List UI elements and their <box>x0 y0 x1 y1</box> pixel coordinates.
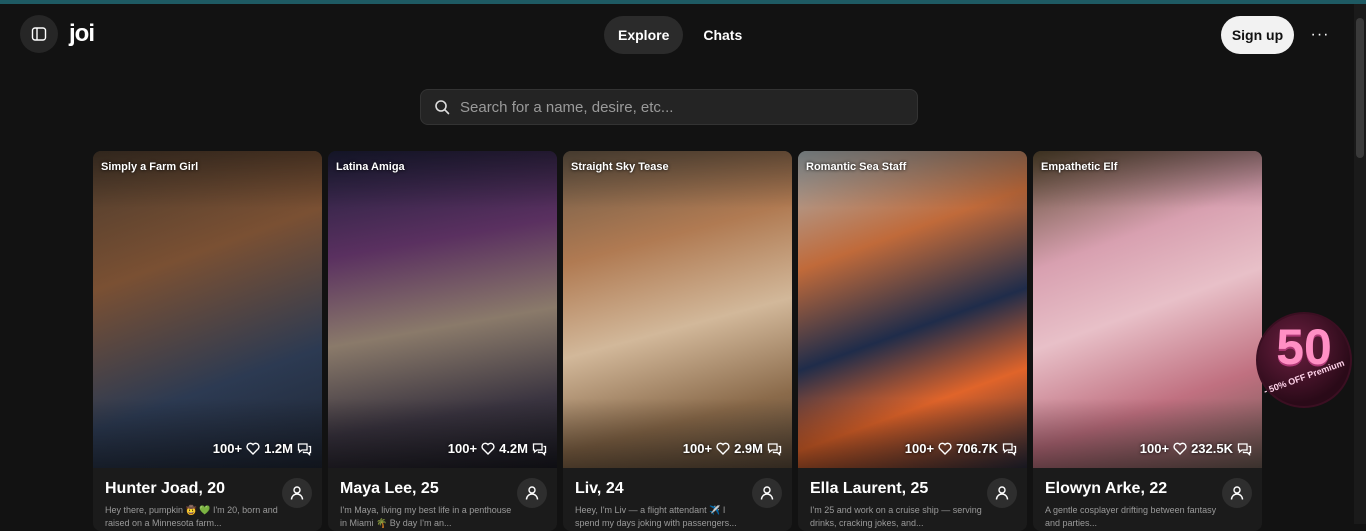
character-tag: Simply a Farm Girl <box>101 161 199 173</box>
user-icon <box>525 486 539 500</box>
heart-icon <box>938 442 952 455</box>
chat-icon <box>297 442 312 456</box>
character-description: A gentle cosplayer drifting between fant… <box>1045 505 1217 528</box>
logo[interactable]: joi <box>69 20 95 48</box>
user-icon <box>1230 486 1244 500</box>
likes-count: 2.9M <box>734 441 763 456</box>
search-icon <box>435 100 450 115</box>
profile-button[interactable] <box>987 478 1017 508</box>
heart-icon <box>481 442 495 455</box>
hearts-count: 100+ <box>447 441 478 456</box>
search-input[interactable] <box>458 97 902 117</box>
sidebar-icon <box>31 27 47 41</box>
heart-icon <box>1173 442 1187 455</box>
hearts-count: 100+ <box>1139 441 1170 456</box>
tab-chats[interactable]: Chats <box>689 16 756 54</box>
card-info: Elowyn Arke, 22 A gentle cosplayer drift… <box>1033 468 1262 531</box>
character-tag: Straight Sky Tease <box>571 161 669 173</box>
character-description: I'm 25 and work on a cruise ship — servi… <box>810 505 982 528</box>
character-card[interactable]: Simply a Farm Girl 100+ 1.2M Hunter Joad… <box>93 151 322 531</box>
character-card[interactable]: Straight Sky Tease 100+ 2.9M Liv, 24 Hee… <box>563 151 792 531</box>
character-name[interactable]: Maya Lee, 25 <box>340 480 439 498</box>
main-nav: Explore Chats <box>604 16 756 54</box>
card-info: Liv, 24 Heey, I'm Liv — a flight attenda… <box>563 468 792 531</box>
user-icon <box>760 486 774 500</box>
character-photo: Straight Sky Tease 100+ 2.9M <box>563 151 792 468</box>
character-card[interactable]: Empathetic Elf 100+ 232.5K Elowyn Arke, … <box>1033 151 1262 531</box>
card-info: Hunter Joad, 20 Hey there, pumpkin 🤠 💚 I… <box>93 468 322 531</box>
hearts-count: 100+ <box>212 441 243 456</box>
hearts-count: 100+ <box>682 441 713 456</box>
profile-button[interactable] <box>752 478 782 508</box>
character-description: I'm Maya, living my best life in a penth… <box>340 505 512 528</box>
likes-count: 4.2M <box>499 441 528 456</box>
character-name[interactable]: Liv, 24 <box>575 480 624 498</box>
profile-button[interactable] <box>517 478 547 508</box>
card-stats: 100+ 1.2M <box>213 441 312 456</box>
character-photo: Empathetic Elf 100+ 232.5K <box>1033 151 1262 468</box>
heart-icon <box>246 442 260 455</box>
character-cards: Simply a Farm Girl 100+ 1.2M Hunter Joad… <box>93 151 1262 531</box>
chat-icon <box>767 442 782 456</box>
character-card[interactable]: Latina Amiga 100+ 4.2M Maya Lee, 25 I'm … <box>328 151 557 531</box>
more-options-icon[interactable]: ··· <box>1307 22 1333 48</box>
search-bar[interactable] <box>420 89 918 125</box>
tab-explore[interactable]: Explore <box>604 16 684 54</box>
card-stats: 100+ 4.2M <box>448 441 547 456</box>
character-description: Heey, I'm Liv — a flight attendant ✈️ I … <box>575 505 737 528</box>
likes-count: 1.2M <box>264 441 293 456</box>
character-name[interactable]: Ella Laurent, 25 <box>810 480 928 498</box>
profile-button[interactable] <box>282 478 312 508</box>
chat-icon <box>1002 442 1017 456</box>
profile-button[interactable] <box>1222 478 1252 508</box>
signup-button[interactable]: Sign up <box>1221 16 1294 54</box>
character-photo: Latina Amiga 100+ 4.2M <box>328 151 557 468</box>
character-photo: Romantic Sea Staff 100+ 706.7K <box>798 151 1027 468</box>
character-name[interactable]: Hunter Joad, 20 <box>105 480 225 498</box>
sidebar-toggle-button[interactable] <box>20 15 58 53</box>
likes-count: 706.7K <box>956 441 998 456</box>
character-card[interactable]: Romantic Sea Staff 100+ 706.7K Ella Laur… <box>798 151 1027 531</box>
card-info: Ella Laurent, 25 I'm 25 and work on a cr… <box>798 468 1027 531</box>
scrollbar-thumb[interactable] <box>1356 18 1364 158</box>
hearts-count: 100+ <box>904 441 935 456</box>
user-icon <box>995 486 1009 500</box>
card-info: Maya Lee, 25 I'm Maya, living my best li… <box>328 468 557 531</box>
premium-discount-badge[interactable]: 50 - 50% OFF Premium <box>1256 312 1352 408</box>
character-tag: Latina Amiga <box>336 161 405 173</box>
card-stats: 100+ 2.9M <box>683 441 782 456</box>
card-stats: 100+ 706.7K <box>905 441 1017 456</box>
heart-icon <box>716 442 730 455</box>
card-stats: 100+ 232.5K <box>1140 441 1252 456</box>
character-tag: Empathetic Elf <box>1041 161 1118 173</box>
character-tag: Romantic Sea Staff <box>806 161 907 173</box>
chat-icon <box>1237 442 1252 456</box>
header: joi Explore Chats Sign up ··· <box>0 4 1354 66</box>
character-photo: Simply a Farm Girl 100+ 1.2M <box>93 151 322 468</box>
scrollbar[interactable] <box>1354 4 1366 524</box>
chat-icon <box>532 442 547 456</box>
user-icon <box>290 486 304 500</box>
character-name[interactable]: Elowyn Arke, 22 <box>1045 480 1167 498</box>
likes-count: 232.5K <box>1191 441 1233 456</box>
character-description: Hey there, pumpkin 🤠 💚 I'm 20, born and … <box>105 505 278 528</box>
